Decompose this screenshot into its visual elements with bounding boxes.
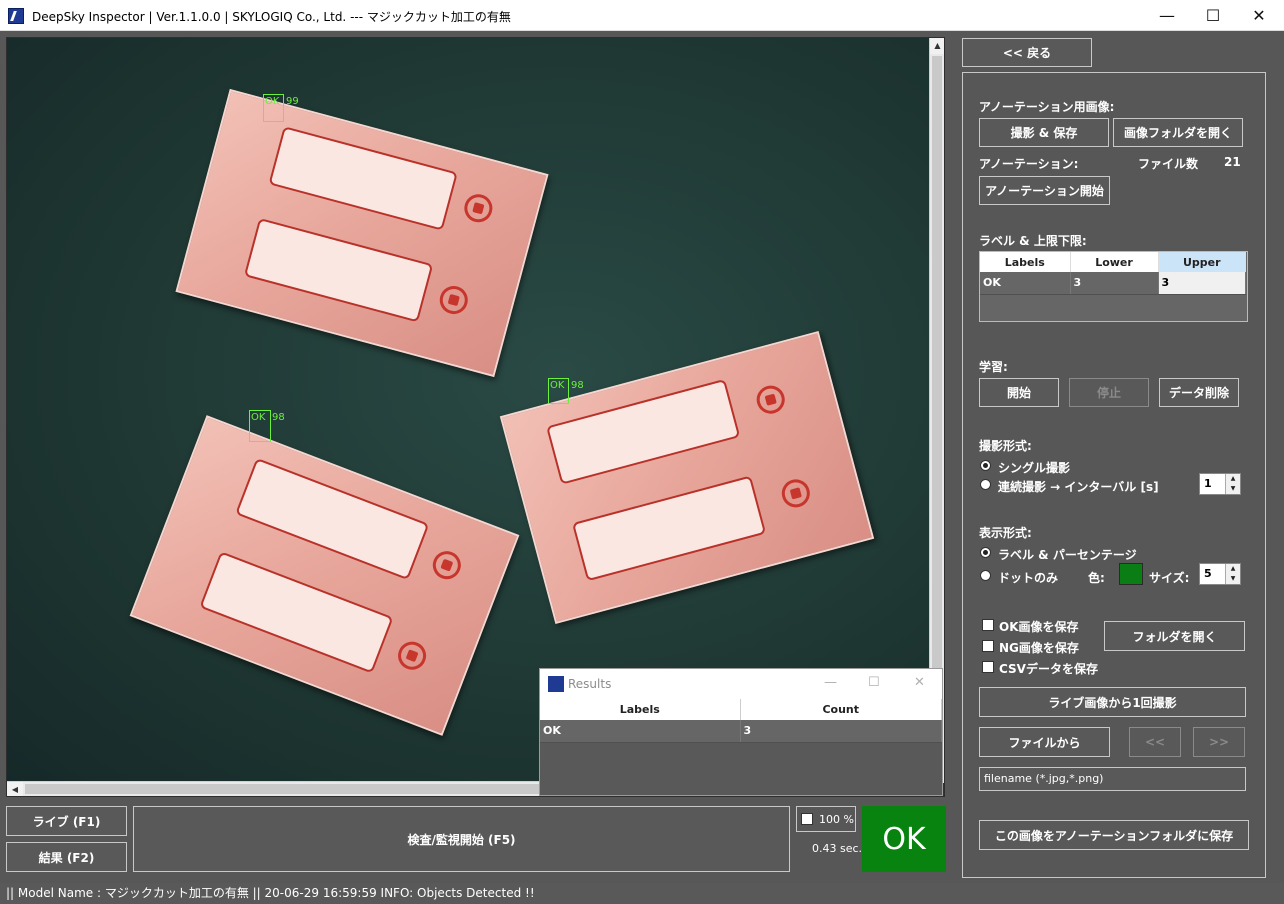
- color-label: 色:: [1088, 571, 1105, 585]
- lower-cell[interactable]: 3: [1070, 272, 1159, 295]
- maximize-button[interactable]: ☐: [1190, 0, 1236, 31]
- results-window[interactable]: Results — ☐ ✕ Labels Count OK 3: [539, 668, 943, 796]
- open-image-folder-button[interactable]: 画像フォルダを開く: [1113, 118, 1243, 147]
- results-column-header[interactable]: Labels: [540, 699, 741, 720]
- interval-value[interactable]: 1: [1204, 477, 1212, 490]
- results-maximize-button[interactable]: ☐: [868, 675, 880, 690]
- file-count-value: 21: [1224, 155, 1241, 169]
- elapsed-time: 0.43 sec.: [812, 842, 863, 855]
- save-ok-images-label[interactable]: OK画像を保存: [999, 618, 1079, 635]
- continuous-capture-radio[interactable]: [980, 479, 991, 490]
- results-table: Labels Count OK 3: [540, 699, 942, 743]
- product-pouch-image: [499, 330, 875, 625]
- interval-spinner[interactable]: 1 ▲ ▼: [1199, 473, 1241, 495]
- results-title: Results: [568, 677, 612, 691]
- save-to-annotation-folder-button[interactable]: この画像をアノーテーションフォルダに保存: [979, 820, 1249, 850]
- detection-score: 99: [286, 96, 299, 107]
- save-ng-images-checkbox[interactable]: [982, 640, 994, 652]
- dots-only-radio[interactable]: [980, 570, 991, 581]
- learn-start-button[interactable]: 開始: [979, 378, 1059, 407]
- label-percentage-label[interactable]: ラベル & パーセンテージ: [998, 546, 1137, 563]
- status-bar: || Model Name : マジックカット加工の有無 || 20-06-29…: [0, 883, 1284, 904]
- size-value[interactable]: 5: [1204, 567, 1212, 580]
- checkbox-box[interactable]: [801, 813, 813, 825]
- product-pouch-image: [129, 415, 520, 736]
- results-minimize-button[interactable]: —: [824, 675, 837, 690]
- scroll-left-arrow-icon[interactable]: ◀: [7, 782, 23, 796]
- scroll-up-arrow-icon[interactable]: ▲: [930, 38, 944, 54]
- zoom-100-checkbox[interactable]: 100 %: [796, 806, 856, 832]
- inspection-result-indicator: OK: [862, 806, 946, 872]
- label-percentage-radio[interactable]: [980, 547, 991, 558]
- results-close-button[interactable]: ✕: [914, 675, 925, 690]
- annotation-images-label: アノーテーション用画像:: [979, 100, 1115, 114]
- results-cell[interactable]: 3: [740, 720, 942, 743]
- label-limits-label: ラベル & 上限下限:: [979, 234, 1087, 248]
- capture-once-button[interactable]: ライブ画像から1回撮影: [979, 687, 1246, 717]
- detection-score: 98: [571, 380, 584, 391]
- lower-column-header[interactable]: Lower: [1070, 252, 1159, 272]
- filename-field[interactable]: filename (*.jpg,*.png): [979, 767, 1246, 791]
- app-logo-icon: [548, 676, 564, 692]
- close-button[interactable]: ✕: [1236, 0, 1282, 31]
- back-button[interactable]: << 戻る: [962, 38, 1092, 67]
- table-row[interactable]: OK 3 3: [980, 272, 1246, 295]
- table-row[interactable]: OK 3: [540, 720, 942, 743]
- upper-column-header[interactable]: Upper: [1158, 252, 1246, 272]
- labels-column-header[interactable]: Labels: [980, 252, 1071, 272]
- vertical-scroll-thumb[interactable]: [932, 56, 942, 766]
- minimize-button[interactable]: —: [1144, 0, 1190, 31]
- open-folder-button[interactable]: フォルダを開く: [1104, 621, 1245, 651]
- start-annotation-button[interactable]: アノーテーション開始: [979, 176, 1110, 205]
- app-logo-icon: [8, 8, 24, 24]
- save-ng-images-label[interactable]: NG画像を保存: [999, 639, 1079, 656]
- learn-stop-button[interactable]: 停止: [1069, 378, 1149, 407]
- window-title: DeepSky Inspector | Ver.1.1.0.0 | SKYLOG…: [32, 10, 511, 24]
- display-mode-label: 表示形式:: [979, 526, 1032, 540]
- detection-label: OK: [550, 380, 565, 391]
- labels-limits-table[interactable]: Labels Lower Upper OK 3 3: [979, 251, 1248, 322]
- learning-label: 学習:: [979, 360, 1008, 374]
- start-inspection-button[interactable]: 検査/監視開始 (F5): [133, 806, 790, 872]
- size-label: サイズ:: [1149, 571, 1190, 585]
- save-csv-checkbox[interactable]: [982, 661, 994, 673]
- delete-data-button[interactable]: データ削除: [1159, 378, 1239, 407]
- previous-file-button[interactable]: <<: [1129, 727, 1181, 757]
- live-button[interactable]: ライブ (F1): [6, 806, 127, 836]
- spinner-arrows-icon[interactable]: ▲ ▼: [1225, 564, 1240, 584]
- results-column-header[interactable]: Count: [740, 699, 942, 720]
- results-button[interactable]: 結果 (F2): [6, 842, 127, 872]
- continuous-capture-label[interactable]: 連続撮影 → インターバル [s]: [998, 478, 1159, 495]
- label-cell[interactable]: OK: [980, 272, 1071, 295]
- save-ok-images-checkbox[interactable]: [982, 619, 994, 631]
- capture-mode-label: 撮影形式:: [979, 439, 1032, 453]
- annotation-label: アノーテーション:: [979, 157, 1079, 171]
- capture-save-button[interactable]: 撮影 & 保存: [979, 118, 1109, 147]
- single-capture-label[interactable]: シングル撮影: [998, 459, 1070, 476]
- dots-only-label[interactable]: ドットのみ: [998, 569, 1058, 586]
- detection-label: OK: [251, 412, 266, 423]
- title-bar: DeepSky Inspector | Ver.1.1.0.0 | SKYLOG…: [0, 0, 1284, 31]
- upper-cell[interactable]: 3: [1158, 272, 1246, 295]
- single-capture-radio[interactable]: [980, 460, 991, 471]
- from-file-button[interactable]: ファイルから: [979, 727, 1110, 757]
- detection-label: OK: [265, 96, 280, 107]
- file-count-label: ファイル数: [1138, 157, 1199, 171]
- zoom-label: 100 %: [819, 812, 854, 826]
- results-cell[interactable]: OK: [540, 720, 741, 743]
- save-csv-label[interactable]: CSVデータを保存: [999, 660, 1098, 677]
- next-file-button[interactable]: >>: [1193, 727, 1245, 757]
- size-spinner[interactable]: 5 ▲ ▼: [1199, 563, 1241, 585]
- detection-score: 98: [272, 412, 285, 423]
- dot-color-swatch[interactable]: [1119, 563, 1143, 585]
- spinner-arrows-icon[interactable]: ▲ ▼: [1225, 474, 1240, 494]
- product-pouch-image: [175, 88, 549, 378]
- results-title-bar[interactable]: Results — ☐ ✕: [540, 669, 942, 699]
